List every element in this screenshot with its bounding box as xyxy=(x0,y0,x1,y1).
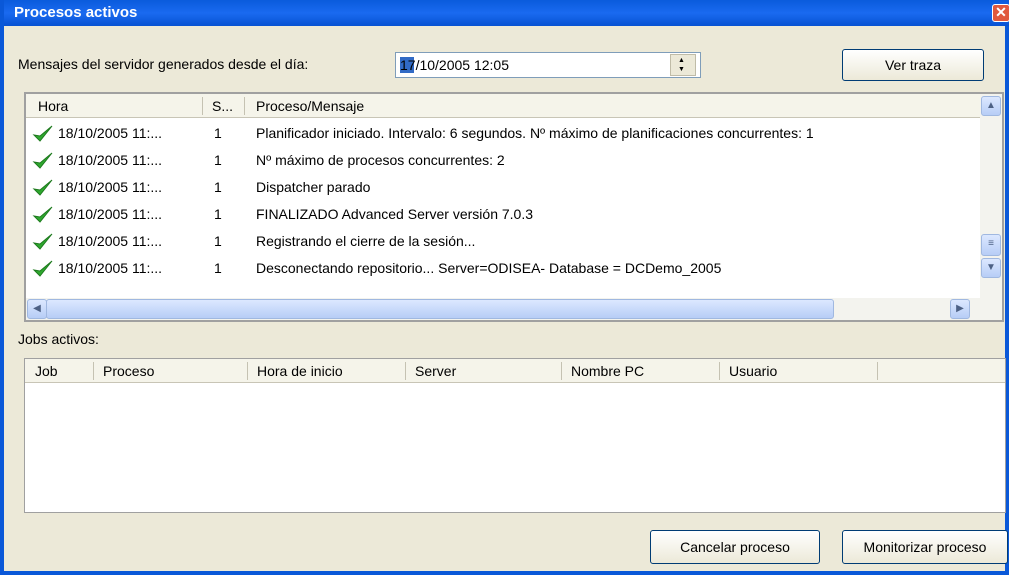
processes-window: Procesos activos ✕ Mensajes del servidor… xyxy=(0,0,1009,575)
check-icon xyxy=(32,233,53,250)
date-filter-input[interactable]: 17/10/2005 12:05 xyxy=(395,52,701,78)
scroll-down-icon[interactable]: ▼ xyxy=(981,258,1001,278)
column-separator[interactable] xyxy=(719,362,720,380)
column-header-s[interactable]: S... xyxy=(212,98,233,114)
jobs-label: Jobs activos: xyxy=(18,331,99,347)
title-bar[interactable]: Procesos activos ✕ xyxy=(4,0,1009,26)
list-item[interactable]: 18/10/2005 11:... 1 Registrando el cierre … xyxy=(26,230,976,253)
scroll-thumb-vertical[interactable]: ≡ xyxy=(981,234,1001,256)
row-s: 1 xyxy=(214,206,222,222)
row-time: 18/10/2005 11:... xyxy=(58,260,163,276)
messages-list[interactable]: Hora S... Proceso/Mensaje 18/10/2005 11:… xyxy=(24,92,1004,322)
row-time: 18/10/2005 11:... xyxy=(58,125,163,141)
jobs-table[interactable]: Job Proceso Hora de inicio Server Nombre… xyxy=(24,358,1006,513)
row-message: Planificador iniciado. Intervalo: 6 segu… xyxy=(256,125,814,141)
spin-down-icon[interactable]: ▼ xyxy=(678,66,685,74)
column-header-job[interactable]: Job xyxy=(35,363,58,379)
column-header-server[interactable]: Server xyxy=(415,363,456,379)
vertical-scrollbar[interactable]: ▲ ≡ ▼ xyxy=(980,94,1002,298)
window-title: Procesos activos xyxy=(14,4,138,21)
date-spinner[interactable]: ▲ ▼ xyxy=(670,54,696,76)
row-s: 1 xyxy=(214,260,222,276)
row-time: 18/10/2005 11:... xyxy=(58,152,163,168)
row-message: Nº máximo de procesos concurrentes: 2 xyxy=(256,152,505,168)
row-s: 1 xyxy=(214,233,222,249)
date-filter-label: Mensajes del servidor generados desde el… xyxy=(18,56,309,72)
list-item[interactable]: 18/10/2005 11:... 1 Nº máximo de procesos … xyxy=(26,149,976,172)
list-item[interactable]: 18/10/2005 11:... 1 Planificador iniciado.… xyxy=(26,122,976,145)
column-header-usuario[interactable]: Usuario xyxy=(729,363,777,379)
spin-up-icon[interactable]: ▲ xyxy=(678,57,685,65)
row-time: 18/10/2005 11:... xyxy=(58,233,163,249)
list-item[interactable]: 18/10/2005 11:... 1 Desconectando reposito… xyxy=(26,257,976,280)
check-icon xyxy=(32,179,53,196)
view-trace-button[interactable]: Ver traza xyxy=(842,49,984,81)
date-filter-value: 17/10/2005 12:05 xyxy=(400,57,509,73)
monitor-process-button[interactable]: Monitorizar proceso xyxy=(842,530,1008,564)
row-s: 1 xyxy=(214,152,222,168)
column-separator[interactable] xyxy=(561,362,562,380)
column-separator[interactable] xyxy=(202,97,203,115)
check-icon xyxy=(32,125,53,142)
column-separator[interactable] xyxy=(93,362,94,380)
check-icon xyxy=(32,260,53,277)
row-message: Registrando el cierre de la sesión... xyxy=(256,233,476,249)
column-header-hora-inicio[interactable]: Hora de inicio xyxy=(257,363,343,379)
cancel-process-button[interactable]: Cancelar proceso xyxy=(650,530,820,564)
jobs-header: Job Proceso Hora de inicio Server Nombre… xyxy=(25,359,1005,383)
row-message: FINALIZADO Advanced Server versión 7.0.3 xyxy=(256,206,534,222)
close-button[interactable]: ✕ xyxy=(992,4,1009,22)
messages-header: Hora S... Proceso/Mensaje xyxy=(26,94,980,118)
check-icon xyxy=(32,152,53,169)
row-time: 18/10/2005 11:... xyxy=(58,206,163,222)
row-message: Dispatcher parado xyxy=(256,179,371,195)
row-s: 1 xyxy=(214,125,222,141)
close-icon: ✕ xyxy=(995,4,1007,20)
column-header-proceso-mensaje[interactable]: Proceso/Mensaje xyxy=(256,98,364,114)
horizontal-scrollbar[interactable]: ◀ ▶ xyxy=(26,298,1002,320)
list-item[interactable]: 18/10/2005 11:... 1 Dispatcher parado xyxy=(26,176,976,199)
column-separator[interactable] xyxy=(244,97,245,115)
scroll-up-icon[interactable]: ▲ xyxy=(981,96,1001,116)
scroll-left-icon[interactable]: ◀ xyxy=(27,299,47,319)
scroll-thumb-horizontal[interactable] xyxy=(46,299,834,319)
row-message: Desconectando repositorio... Server=ODIS… xyxy=(256,260,722,276)
row-s: 1 xyxy=(214,179,222,195)
column-header-proceso[interactable]: Proceso xyxy=(103,363,154,379)
check-icon xyxy=(32,206,53,223)
column-separator[interactable] xyxy=(877,362,878,380)
column-separator[interactable] xyxy=(247,362,248,380)
column-header-hora[interactable]: Hora xyxy=(38,98,68,114)
scroll-right-icon[interactable]: ▶ xyxy=(950,299,970,319)
column-header-nombre-pc[interactable]: Nombre PC xyxy=(571,363,644,379)
row-time: 18/10/2005 11:... xyxy=(58,179,163,195)
column-separator[interactable] xyxy=(405,362,406,380)
list-item[interactable]: 18/10/2005 11:... 1 FINALIZADO Advanced Se… xyxy=(26,203,976,226)
